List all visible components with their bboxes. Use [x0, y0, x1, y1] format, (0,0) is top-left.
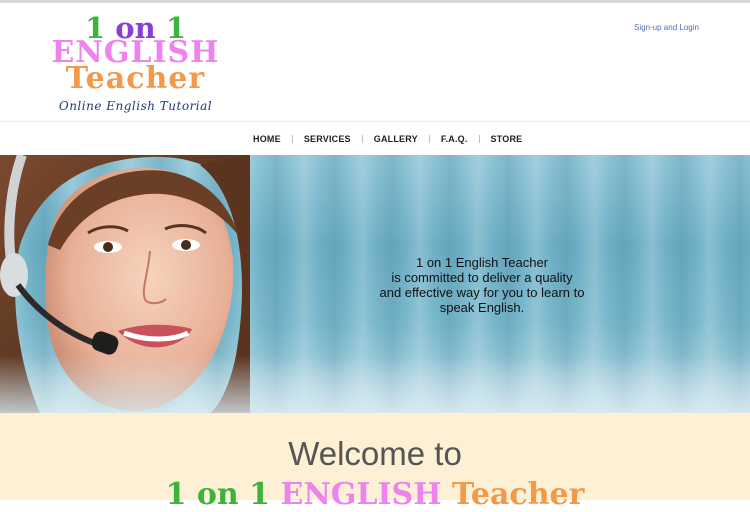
site-logo[interactable]: 1 on 1 ENGLISH Teacher Online English Tu… [48, 13, 223, 118]
hero-tagline: 1 on 1 English Teacher is committed to d… [352, 255, 612, 315]
hero-line: speak English. [439, 300, 525, 315]
hero-line: 1 on 1 English Teacher [415, 255, 549, 270]
welcome-brand-english: ENGLISH [280, 477, 442, 512]
site-header: 1 on 1 ENGLISH Teacher Online English Tu… [0, 3, 750, 121]
hero-banner: 1 on 1 English Teacher is committed to d… [0, 155, 750, 413]
nav-item-faq[interactable]: F.A.Q. [430, 134, 479, 144]
hero-fade [0, 355, 750, 413]
hero-line: is committed to deliver a quality [391, 270, 573, 285]
nav-item-services[interactable]: SERVICES [293, 134, 362, 144]
nav-menu: HOME SERVICES GALLERY F.A.Q. STORE [242, 122, 533, 155]
logo-tagline: Online English Tutorial [58, 99, 213, 113]
welcome-brand-number: 1 on 1 [165, 477, 271, 512]
nav-item-home[interactable]: HOME [242, 134, 292, 144]
welcome-brand: 1 on 1 ENGLISH Teacher [0, 477, 750, 512]
logo-line-teacher: Teacher [65, 61, 206, 96]
hero-line: and effective way for you to learn to [379, 285, 585, 300]
welcome-section: Welcome to 1 on 1 ENGLISH Teacher [0, 413, 750, 512]
signup-login-link[interactable]: Sign-up and Login [634, 23, 699, 32]
welcome-brand-teacher: Teacher [452, 477, 585, 512]
nav-item-gallery[interactable]: GALLERY [363, 134, 429, 144]
nav-item-store[interactable]: STORE [480, 134, 534, 144]
welcome-heading: Welcome to [288, 435, 462, 472]
main-nav: HOME SERVICES GALLERY F.A.Q. STORE [0, 121, 750, 156]
